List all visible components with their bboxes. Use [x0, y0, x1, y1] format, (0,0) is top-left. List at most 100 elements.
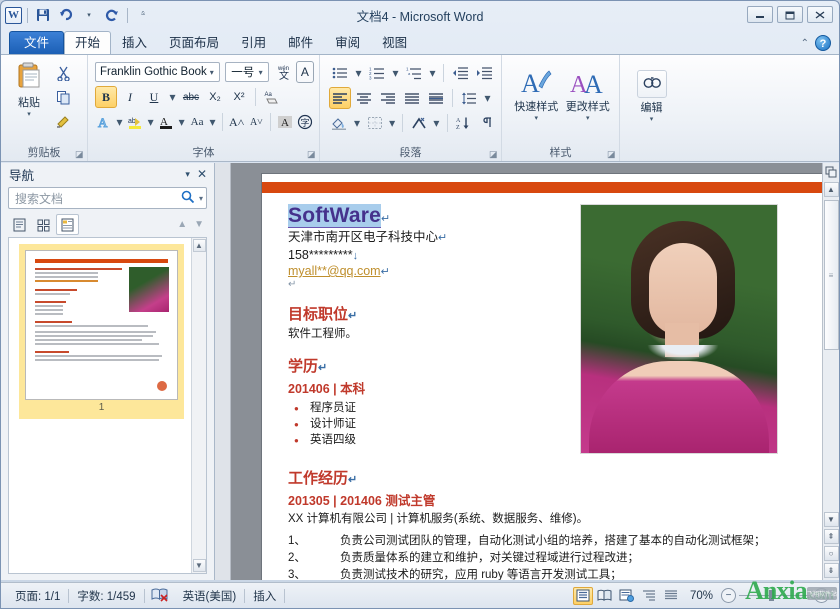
numbering-icon[interactable]: 123	[366, 62, 388, 84]
document-area[interactable]: SoftWare↵ 天津市南开区电子科技中心↵ 158*********↓ my…	[215, 163, 839, 580]
tab-view[interactable]: 视图	[371, 31, 418, 54]
tab-file[interactable]: 文件	[9, 31, 65, 54]
web-layout-view-button[interactable]	[617, 587, 637, 605]
align-left-icon[interactable]	[329, 87, 351, 109]
justify-icon[interactable]	[401, 87, 423, 109]
grow-font-icon[interactable]: A˄	[228, 111, 246, 133]
find-icon[interactable]	[636, 70, 667, 98]
ribbon-tabs[interactable]: 文件 开始 插入 页面布局 引用 邮件 审阅 视图 ⌃ ?	[1, 29, 839, 54]
tab-home[interactable]: 开始	[64, 31, 112, 54]
paragraph-dialog-launcher[interactable]: ◪	[489, 150, 498, 159]
strikethrough-button[interactable]: abc	[180, 86, 202, 108]
editing-button[interactable]: 编辑 ▾	[629, 68, 675, 123]
change-styles-button[interactable]: AA 更改样式 ▾	[564, 66, 612, 122]
decrease-indent-icon[interactable]	[449, 62, 471, 84]
font-family-dropdown-icon[interactable]: ▾	[207, 68, 217, 77]
bullets-icon[interactable]	[329, 62, 351, 84]
text-effects-icon[interactable]: A	[95, 111, 113, 133]
numbering-dropdown-icon[interactable]: ▾	[390, 62, 401, 84]
scroll-down-button[interactable]: ▼	[823, 512, 839, 527]
text-effects-dropdown-icon[interactable]: ▾	[115, 111, 124, 133]
select-browse-object-icon[interactable]	[823, 165, 838, 179]
search-input[interactable]: 搜索文档 ▾	[8, 187, 207, 209]
document-vertical-scrollbar[interactable]: ▲ ≡ ▼ ⇞ ○ ⇟	[822, 163, 839, 580]
enclose-characters-icon[interactable]: 字	[296, 111, 314, 133]
highlight-color-icon[interactable]: ab	[126, 111, 144, 133]
tab-references[interactable]: 引用	[230, 31, 277, 54]
copy-icon[interactable]	[52, 86, 74, 108]
font-color-dropdown-icon[interactable]: ▾	[177, 111, 186, 133]
chevron-down-icon[interactable]: ▾	[181, 169, 194, 180]
font-size-combo[interactable]: 一号 ▾	[224, 62, 269, 82]
borders-dropdown-icon[interactable]: ▾	[387, 112, 397, 134]
line-spacing-dropdown-icon[interactable]: ▾	[482, 87, 493, 109]
italic-button[interactable]: I	[119, 86, 141, 108]
align-right-icon[interactable]	[377, 87, 399, 109]
thumbnail-scroll-up-icon[interactable]: ▲	[192, 239, 206, 252]
tab-mailings[interactable]: 邮件	[277, 31, 324, 54]
maximize-button[interactable]	[777, 6, 803, 23]
close-icon[interactable]: ✕	[194, 167, 210, 181]
ribbon-help-zone[interactable]: ⌃ ?	[801, 35, 831, 51]
superscript-button[interactable]: X²	[228, 86, 250, 108]
navigation-next-icon[interactable]: ▼	[191, 219, 207, 230]
shading-dropdown-icon[interactable]: ▾	[352, 112, 362, 134]
quick-styles-button[interactable]: A 快速样式 ▾	[513, 66, 560, 122]
print-layout-view-button[interactable]	[572, 586, 593, 605]
zoom-track[interactable]	[739, 590, 811, 601]
next-page-button[interactable]: ⇟	[823, 563, 839, 578]
resume-email-text[interactable]: myall**@qq.com	[288, 264, 381, 278]
proofing-errors-icon[interactable]	[145, 587, 175, 605]
multilevel-list-icon[interactable]: 1a	[403, 62, 425, 84]
font-color-icon[interactable]: A	[157, 111, 175, 133]
thumbnail-scroll-down-icon[interactable]: ▼	[192, 559, 206, 572]
increase-indent-icon[interactable]	[473, 62, 495, 84]
subscript-button[interactable]: X₂	[204, 86, 226, 108]
navigation-view-tabs[interactable]: ▲ ▼	[1, 213, 214, 237]
word-count[interactable]: 字数: 1/459	[69, 588, 143, 604]
profile-photo[interactable]	[580, 204, 778, 454]
underline-button[interactable]: U	[143, 86, 165, 108]
navigation-pages-tab[interactable]	[32, 214, 55, 235]
full-screen-reading-view-button[interactable]	[595, 587, 615, 605]
borders-icon[interactable]	[364, 112, 385, 134]
font-family-combo[interactable]: Franklin Gothic Book ▾	[95, 62, 220, 82]
multilevel-dropdown-icon[interactable]: ▾	[427, 62, 438, 84]
highlight-dropdown-icon[interactable]: ▾	[146, 111, 155, 133]
clear-formatting-icon[interactable]: Aa	[261, 86, 283, 108]
chinese-layout-dropdown-icon[interactable]: ▾	[431, 112, 441, 134]
underline-dropdown-icon[interactable]: ▾	[167, 86, 178, 108]
insert-mode[interactable]: 插入	[245, 588, 284, 604]
navigation-prev-icon[interactable]: ▲	[174, 219, 190, 230]
line-spacing-icon[interactable]	[458, 87, 480, 109]
align-center-icon[interactable]	[353, 87, 375, 109]
cut-icon[interactable]	[52, 62, 74, 84]
tab-insert[interactable]: 插入	[111, 31, 158, 54]
page-indicator[interactable]: 页面: 1/1	[7, 588, 68, 604]
quick-styles-dropdown-icon[interactable]: ▾	[535, 114, 539, 122]
collapse-ribbon-icon[interactable]: ⌃	[801, 38, 809, 49]
chinese-layout-icon[interactable]	[408, 112, 429, 134]
editing-dropdown-icon[interactable]: ▾	[650, 115, 654, 123]
font-size-dropdown-icon[interactable]: ▾	[256, 68, 266, 77]
distribute-icon[interactable]	[425, 87, 447, 109]
search-icon[interactable]	[181, 190, 195, 207]
draft-view-button[interactable]	[661, 587, 681, 605]
format-painter-icon[interactable]	[52, 110, 74, 132]
help-icon[interactable]: ?	[815, 35, 831, 51]
scrollbar-thumb[interactable]: ≡	[823, 200, 839, 350]
thumbnail-page-1[interactable]: 1	[19, 244, 184, 419]
change-styles-dropdown-icon[interactable]: ▾	[586, 114, 590, 122]
navigation-headings-tab[interactable]	[8, 214, 31, 235]
font-dialog-launcher[interactable]: ◪	[307, 150, 316, 159]
language-indicator[interactable]: 英语(美国)	[175, 588, 245, 604]
previous-page-button[interactable]: ⇞	[823, 529, 839, 544]
resume-name[interactable]: SoftWare	[288, 204, 381, 228]
navigation-thumbnail-list[interactable]: 1 ▲ ▼	[8, 237, 207, 574]
thumbnail-scrollbar[interactable]: ▲ ▼	[191, 238, 206, 573]
document-page[interactable]: SoftWare↵ 天津市南开区电子科技中心↵ 158*********↓ my…	[261, 173, 839, 580]
phonetic-guide-icon[interactable]: wén 文	[274, 61, 294, 83]
styles-dialog-launcher[interactable]: ◪	[607, 150, 616, 159]
scroll-up-button[interactable]: ▲	[823, 182, 839, 197]
bullets-dropdown-icon[interactable]: ▾	[353, 62, 364, 84]
